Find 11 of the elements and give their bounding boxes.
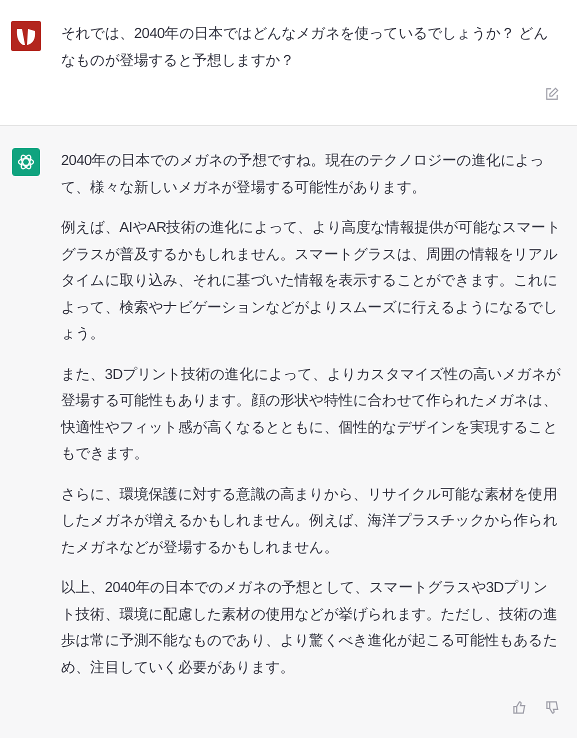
assistant-avatar-icon: [12, 148, 40, 176]
thumbs-down-icon[interactable]: [545, 700, 560, 715]
message-paragraph: さらに、環境保護に対する意識の高まりから、リサイクル可能な素材を使用したメガネが増えるかもしれません。例えば、海洋プラスチックから作られたメガネなどが登場するかもしれません。: [61, 486, 558, 558]
edit-icon[interactable]: [545, 87, 559, 101]
message-paragraph: 例えば、AIやAR技術の進化によって、より高度な情報提供が可能なスマートグラスが普及するかもしれません。スマートグラスは、周囲の情報をリアルタイムに取り込み、それに基づいた情報を表示することができます。これによって、検索やナビゲーションなどがよりスムーズに行えるようになるでしょう。: [61, 218, 561, 344]
message-paragraph: 以上、2040年の日本でのメガネの予想として、スマートグラスや3Dプリント技術、環境に配慮した素材の使用などが挙げられます。ただし、技術の進歩は常に予測不能なものであり、より驚くべき進化が起こる可能性もあるため、注目していく必要があります。: [61, 578, 558, 678]
message-paragraph: 2040年の日本でのメガネの予想ですね。現在のテクノロジーの進化によって、様々な新しいメガネが登場する可能性があります。: [61, 152, 546, 198]
message-paragraph: それでは、2040年の日本ではどんなメガネを使っているでしょうか？ どんなものが登場すると予想しますか？: [61, 25, 549, 70]
user-avatar: [11, 21, 41, 51]
thumbs-up-icon[interactable]: [512, 700, 527, 715]
message-paragraph: また、3Dプリント技術の進化によって、よりカスタマイズ性の高いメガネが登場する可能性もあります。顔の形状や特性に合わせて作られたメガネは、快適性やフィット感が高くなるとともに、個性的なデザインを実現することもできます。: [61, 366, 561, 464]
